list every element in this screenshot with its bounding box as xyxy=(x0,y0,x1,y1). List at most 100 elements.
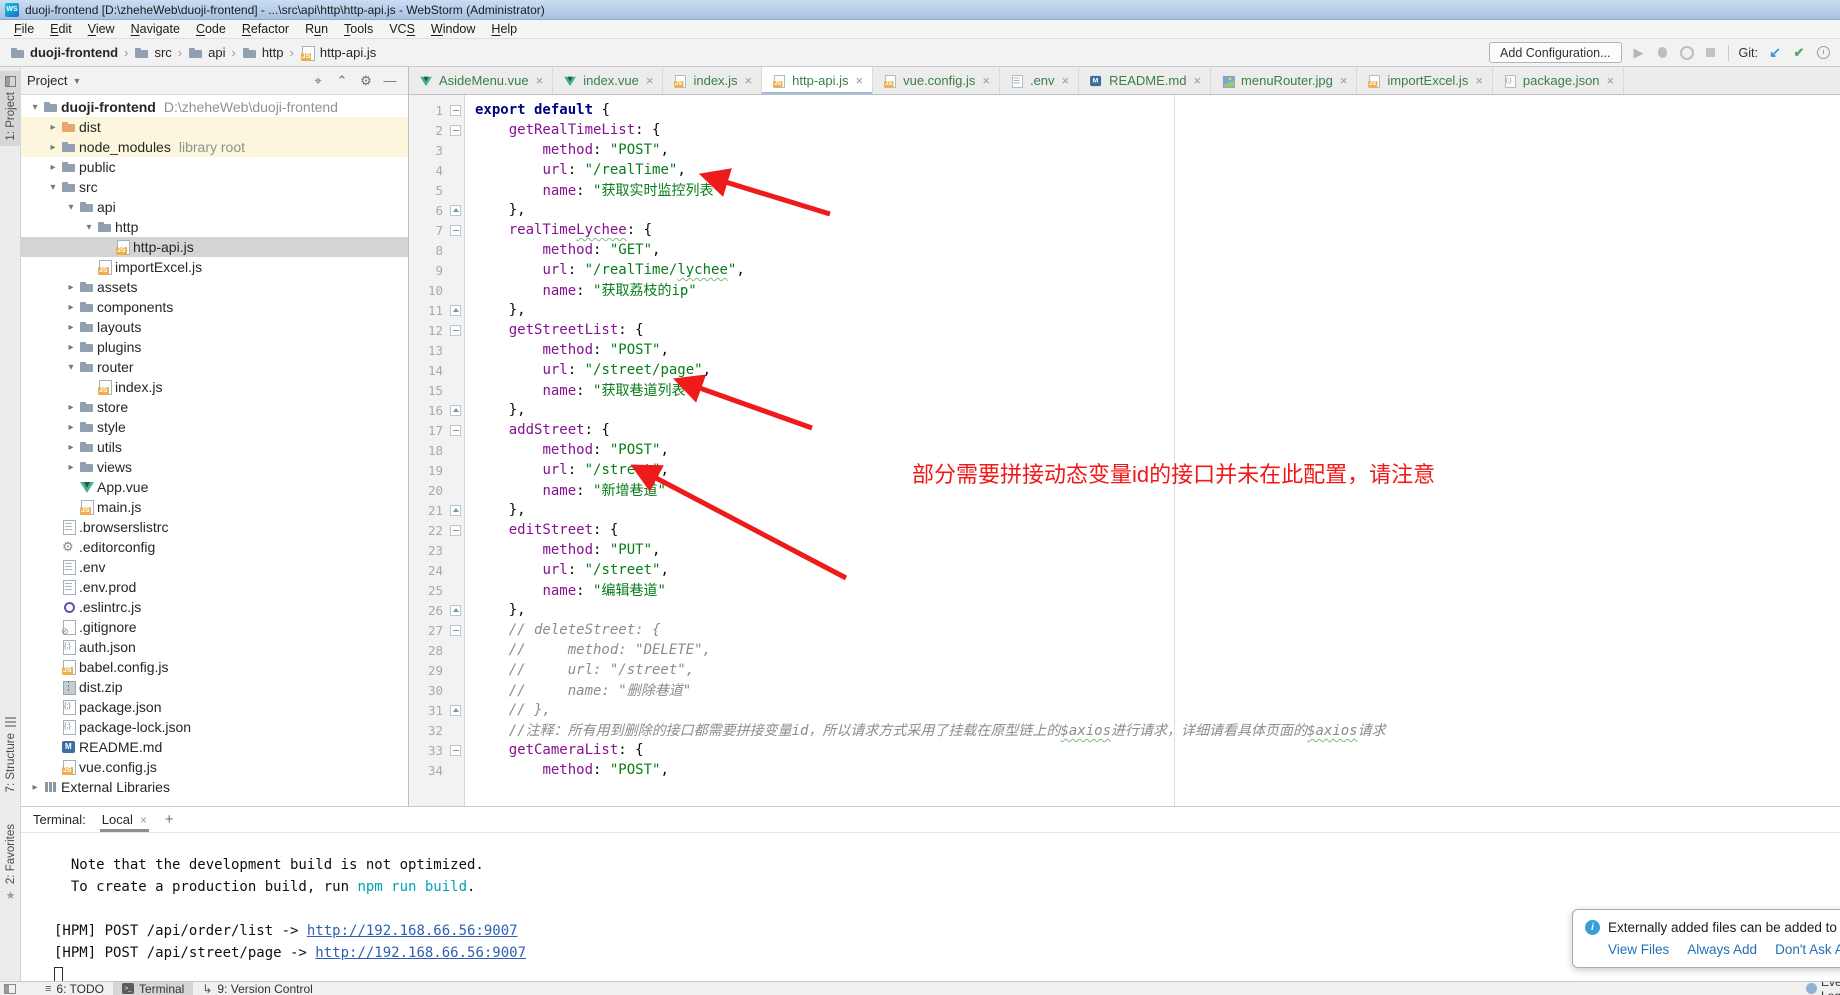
line-number[interactable]: 11 xyxy=(409,303,443,318)
tree-item-package-lock-json[interactable]: package-lock.json xyxy=(21,717,408,737)
fold-marker-icon[interactable] xyxy=(443,320,466,340)
tab-index-js[interactable]: index.js× xyxy=(663,67,762,94)
line-number[interactable]: 14 xyxy=(409,363,443,378)
tab-importexcel-js[interactable]: importExcel.js× xyxy=(1357,67,1493,94)
notification-action-view-files[interactable]: View Files xyxy=(1608,942,1669,957)
line-number[interactable]: 22 xyxy=(409,523,443,538)
tab-close-icon[interactable]: × xyxy=(1340,73,1348,88)
line-number[interactable]: 15 xyxy=(409,383,443,398)
fold-marker-icon[interactable] xyxy=(443,620,466,640)
chevron-icon[interactable]: ▾ xyxy=(63,202,79,213)
fold-gutter[interactable] xyxy=(443,260,466,280)
line-number[interactable]: 20 xyxy=(409,483,443,498)
chevron-icon[interactable]: ▸ xyxy=(63,442,79,453)
menu-vcs[interactable]: VCS xyxy=(381,22,423,36)
line-number[interactable]: 18 xyxy=(409,443,443,458)
chevron-icon[interactable]: ▸ xyxy=(45,122,61,133)
fold-marker-icon[interactable] xyxy=(443,500,466,520)
tree-item-babel-config-js[interactable]: babel.config.js xyxy=(21,657,408,677)
tree-item-plugins[interactable]: ▸plugins xyxy=(21,337,408,357)
tree-item-env[interactable]: .env xyxy=(21,557,408,577)
tab-close-icon[interactable]: × xyxy=(982,73,990,88)
breadcrumb-item-src[interactable]: src xyxy=(134,45,171,61)
tab-close-icon[interactable]: × xyxy=(646,73,654,88)
fold-gutter[interactable] xyxy=(443,360,466,380)
tree-item-index-js[interactable]: index.js xyxy=(21,377,408,397)
line-number[interactable]: 10 xyxy=(409,283,443,298)
line-number[interactable]: 6 xyxy=(409,203,443,218)
fold-marker-icon[interactable] xyxy=(443,700,466,720)
menu-view[interactable]: View xyxy=(80,22,123,36)
code-editor[interactable]: 1export default {2 getRealTimeList: {3 m… xyxy=(409,95,1840,806)
tab-menurouter-jpg[interactable]: menuRouter.jpg× xyxy=(1211,67,1357,94)
chevron-icon[interactable]: ▸ xyxy=(27,782,43,793)
line-number[interactable]: 13 xyxy=(409,343,443,358)
menu-tools[interactable]: Tools xyxy=(336,22,381,36)
tree-item-eslintrc-js[interactable]: .eslintrc.js xyxy=(21,597,408,617)
terminal-tab-local[interactable]: Local × xyxy=(100,807,149,832)
history-icon[interactable] xyxy=(1816,46,1830,60)
line-number[interactable]: 9 xyxy=(409,263,443,278)
line-number[interactable]: 26 xyxy=(409,603,443,618)
menu-file[interactable]: File xyxy=(6,22,42,36)
fold-gutter[interactable] xyxy=(443,280,466,300)
tree-item-views[interactable]: ▸views xyxy=(21,457,408,477)
tree-item-public[interactable]: ▸public xyxy=(21,157,408,177)
line-number[interactable]: 25 xyxy=(409,583,443,598)
line-number[interactable]: 2 xyxy=(409,123,443,138)
stop-icon[interactable] xyxy=(1704,46,1718,60)
breadcrumb-item-duoji-frontend[interactable]: duoji-frontend xyxy=(10,45,118,61)
fold-marker-icon[interactable] xyxy=(443,100,466,120)
status-item-todo[interactable]: ≡ 6: TODO xyxy=(36,982,113,995)
fold-marker-icon[interactable] xyxy=(443,600,466,620)
fold-gutter[interactable] xyxy=(443,760,466,780)
tree-item-components[interactable]: ▸components xyxy=(21,297,408,317)
fold-gutter[interactable] xyxy=(443,560,466,580)
tab-close-icon[interactable]: × xyxy=(1475,73,1483,88)
tab-vue-config-js[interactable]: vue.config.js× xyxy=(873,67,1000,94)
tree-item-dist[interactable]: ▸dist xyxy=(21,117,408,137)
fold-marker-icon[interactable] xyxy=(443,400,466,420)
chevron-icon[interactable]: ▸ xyxy=(63,422,79,433)
fold-gutter[interactable] xyxy=(443,720,466,740)
menu-code[interactable]: Code xyxy=(188,22,234,36)
tree-item-gitignore[interactable]: .gitignore xyxy=(21,617,408,637)
tree-item-external-libraries[interactable]: ▸External Libraries xyxy=(21,777,408,797)
chevron-icon[interactable]: ▾ xyxy=(63,362,79,373)
line-number[interactable]: 5 xyxy=(409,183,443,198)
debug-icon[interactable] xyxy=(1656,46,1670,60)
line-number[interactable]: 17 xyxy=(409,423,443,438)
tree-item-http-api-js[interactable]: http-api.js xyxy=(21,237,408,257)
fold-marker-icon[interactable] xyxy=(443,420,466,440)
tab-http-api-js[interactable]: http-api.js× xyxy=(762,67,873,94)
line-number[interactable]: 31 xyxy=(409,703,443,718)
tree-item-dist-zip[interactable]: dist.zip xyxy=(21,677,408,697)
new-terminal-icon[interactable]: + xyxy=(165,811,174,828)
sidebar-item-project[interactable]: 1: Project xyxy=(0,71,21,146)
tree-item-main-js[interactable]: main.js xyxy=(21,497,408,517)
tree-item-readme-md[interactable]: README.md xyxy=(21,737,408,757)
line-number[interactable]: 32 xyxy=(409,723,443,738)
line-number[interactable]: 34 xyxy=(409,763,443,778)
close-icon[interactable]: × xyxy=(140,813,147,827)
tab-close-icon[interactable]: × xyxy=(1193,73,1201,88)
fold-marker-icon[interactable] xyxy=(443,220,466,240)
fold-gutter[interactable] xyxy=(443,140,466,160)
line-number[interactable]: 19 xyxy=(409,463,443,478)
breadcrumb-item-api[interactable]: api xyxy=(188,45,225,61)
menu-window[interactable]: Window xyxy=(423,22,483,36)
tree-item-duoji-frontend[interactable]: ▾duoji-frontendD:\zheheWeb\duoji-fronten… xyxy=(21,97,408,117)
menu-refactor[interactable]: Refactor xyxy=(234,22,297,36)
tab-close-icon[interactable]: × xyxy=(1062,73,1070,88)
sidebar-item-structure[interactable]: 7: Structure xyxy=(0,712,21,797)
line-number[interactable]: 24 xyxy=(409,563,443,578)
run-with-coverage-icon[interactable] xyxy=(1680,46,1694,60)
fold-gutter[interactable] xyxy=(443,640,466,660)
line-number[interactable]: 1 xyxy=(409,103,443,118)
chevron-icon[interactable]: ▸ xyxy=(45,142,61,153)
tab-close-icon[interactable]: × xyxy=(536,73,544,88)
git-commit-icon[interactable]: ✔ xyxy=(1792,46,1806,60)
line-number[interactable]: 33 xyxy=(409,743,443,758)
line-number[interactable]: 3 xyxy=(409,143,443,158)
tree-item-vue-config-js[interactable]: vue.config.js xyxy=(21,757,408,777)
